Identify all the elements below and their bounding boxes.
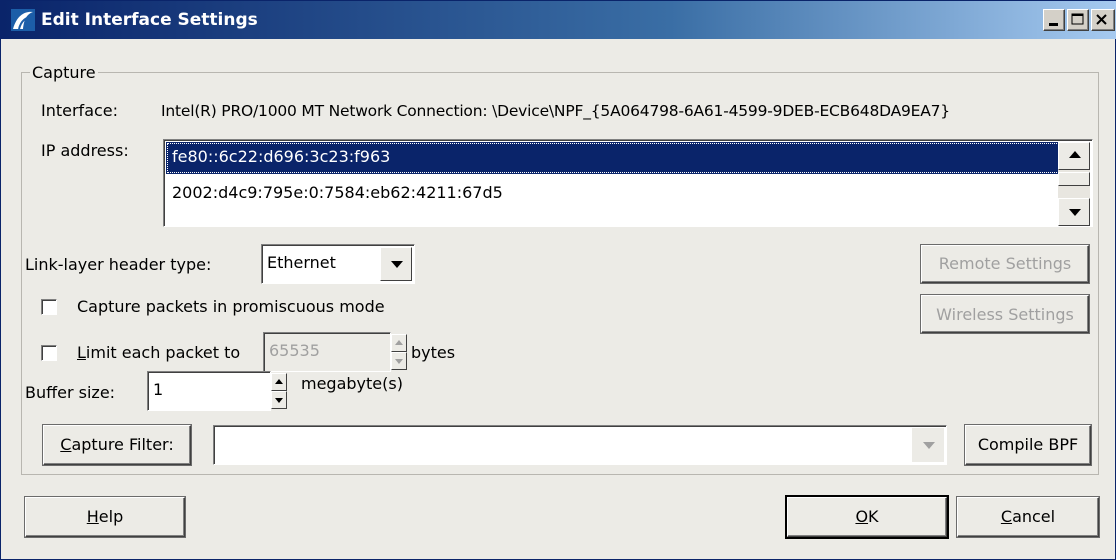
maximize-icon <box>1071 13 1084 25</box>
spin-up-icon <box>395 340 403 345</box>
buffer-size-field[interactable]: 1 <box>147 371 271 411</box>
minimize-icon <box>1049 23 1058 26</box>
dropdown-arrow-icon <box>391 261 403 268</box>
buffer-spin-up[interactable] <box>271 373 287 391</box>
edit-interface-settings-dialog: Edit Interface Settings Capture Interfac… <box>0 0 1116 560</box>
spin-down-icon <box>275 398 283 403</box>
limit-packet-value: 65535 <box>269 341 320 360</box>
list-item[interactable]: 2002:d4c9:795e:0:7584:eb62:4211:67d5 <box>166 178 1060 210</box>
limit-packet-checkbox[interactable] <box>41 345 57 361</box>
link-layer-dropdown-button[interactable] <box>380 247 412 281</box>
limit-spin-down[interactable] <box>391 352 407 370</box>
list-scrollbar[interactable] <box>1058 142 1090 226</box>
scroll-down-button[interactable] <box>1058 198 1090 226</box>
limit-packet-unit: bytes <box>411 343 456 362</box>
scroll-down-icon <box>1069 209 1081 216</box>
close-icon <box>1096 14 1107 25</box>
capture-group-legend: Capture <box>32 63 96 82</box>
title-bar[interactable]: Edit Interface Settings <box>1 1 1116 39</box>
minimize-button[interactable] <box>1043 9 1065 31</box>
interface-label: Interface: <box>41 101 119 120</box>
help-button[interactable]: Help <box>25 497 185 537</box>
limit-packet-label: Limit each packet to <box>77 343 241 362</box>
limit-packet-spinner[interactable] <box>391 334 407 370</box>
buffer-spin-down[interactable] <box>271 391 287 409</box>
capture-filter-button[interactable]: Capture Filter: <box>43 425 191 465</box>
window-title: Edit Interface Settings <box>41 10 258 30</box>
link-layer-label: Link-layer header type: <box>25 255 212 274</box>
spin-up-icon <box>275 379 283 384</box>
link-layer-value: Ethernet <box>267 253 336 272</box>
close-button[interactable] <box>1091 9 1115 31</box>
ip-address-label: IP address: <box>41 141 129 160</box>
limit-packet-field[interactable]: 65535 <box>263 332 391 372</box>
limit-spin-up[interactable] <box>391 334 407 352</box>
spin-down-icon <box>395 359 403 364</box>
interface-value: Intel(R) PRO/1000 MT Network Connection:… <box>161 102 950 120</box>
ip-address-list[interactable]: fe80::6c22:d696:3c23:f963 2002:d4c9:795e… <box>163 139 1093 227</box>
buffer-size-unit: megabyte(s) <box>301 374 403 393</box>
wireshark-fin-icon <box>11 9 35 31</box>
buffer-size-value: 1 <box>153 380 164 399</box>
maximize-button[interactable] <box>1067 9 1089 31</box>
scroll-up-button[interactable] <box>1058 142 1090 170</box>
compile-bpf-button[interactable]: Compile BPF <box>965 425 1091 465</box>
dropdown-arrow-icon <box>923 442 935 449</box>
scroll-thumb[interactable] <box>1058 172 1090 186</box>
scroll-up-icon <box>1069 151 1081 158</box>
remote-settings-button[interactable]: Remote Settings <box>921 245 1089 283</box>
promiscuous-label: Capture packets in promiscuous mode <box>77 297 385 316</box>
ok-button[interactable]: OK <box>787 497 947 537</box>
promiscuous-checkbox[interactable] <box>41 299 57 315</box>
capture-filter-input[interactable] <box>213 425 947 465</box>
list-item[interactable]: fe80::6c22:d696:3c23:f963 <box>166 142 1060 174</box>
buffer-size-label: Buffer size: <box>25 383 116 402</box>
link-layer-select[interactable]: Ethernet <box>261 244 415 284</box>
buffer-size-spinner[interactable] <box>271 373 287 409</box>
capture-filter-dropdown-button[interactable] <box>912 428 944 462</box>
wireless-settings-button[interactable]: Wireless Settings <box>921 295 1089 333</box>
cancel-button[interactable]: Cancel <box>957 497 1099 537</box>
